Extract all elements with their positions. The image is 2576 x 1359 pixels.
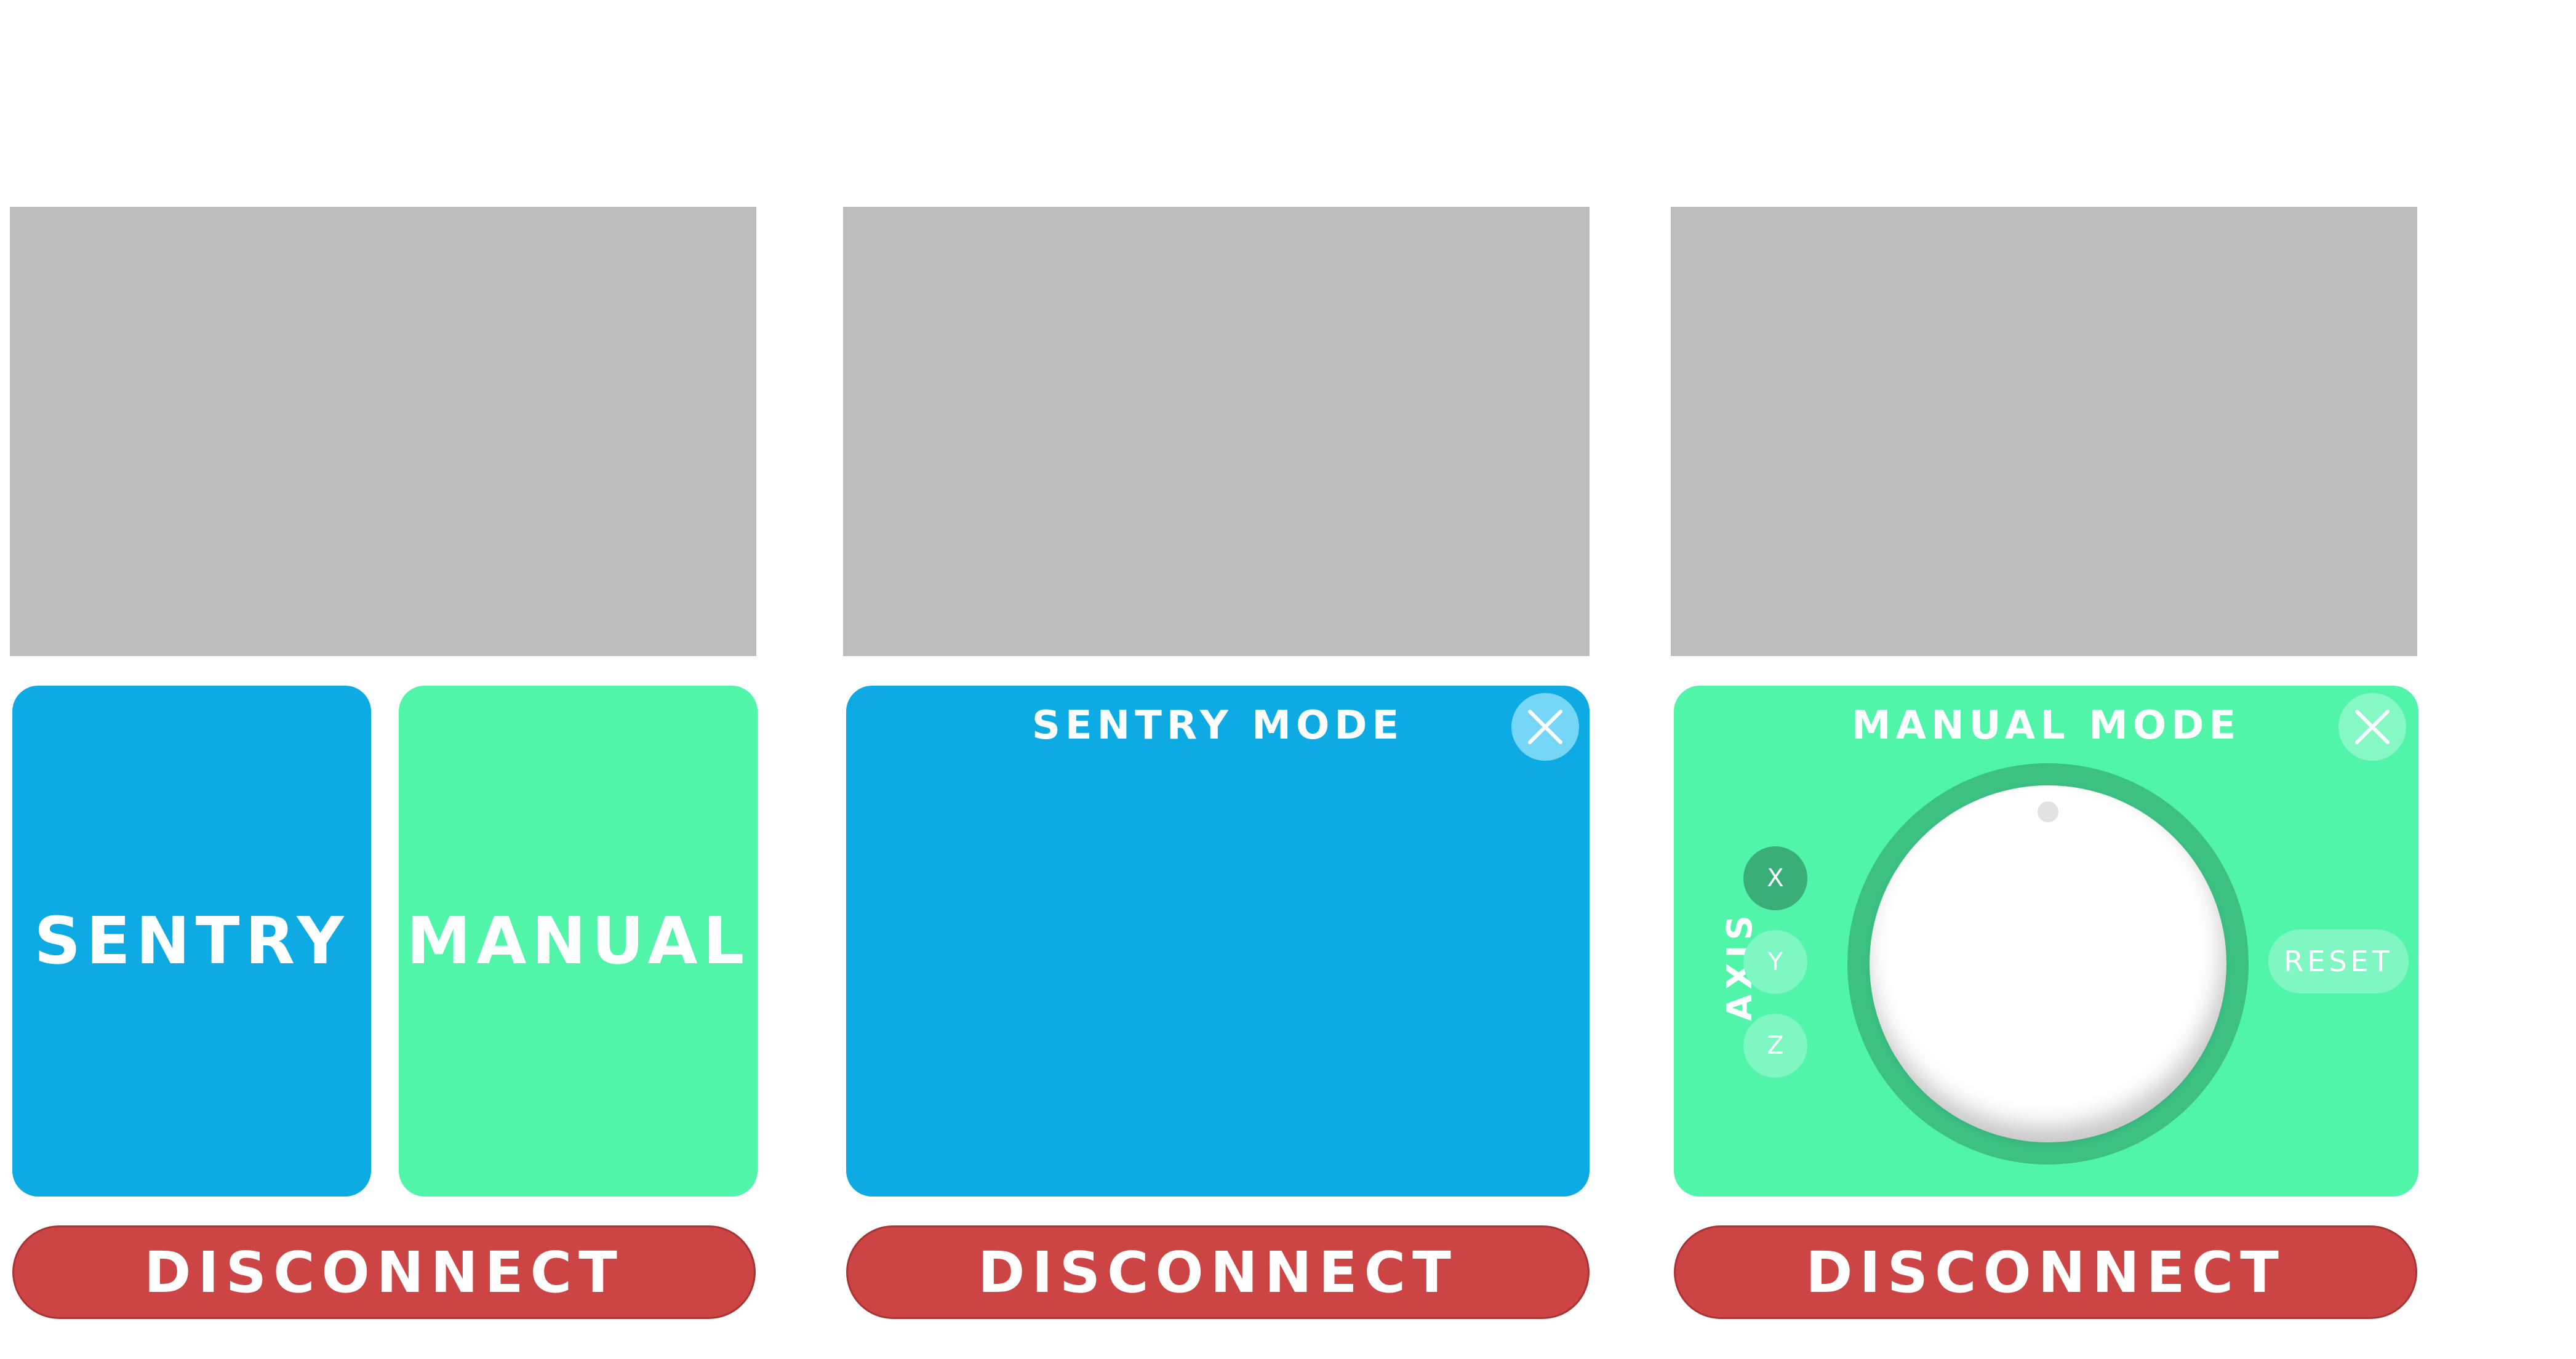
close-x-icon: [1528, 710, 1562, 744]
reset-button[interactable]: RESET: [2268, 929, 2409, 993]
disconnect-label-1: DISCONNECT: [144, 1239, 624, 1305]
axis-x-label: X: [1767, 864, 1784, 892]
rotation-dial[interactable]: [1870, 785, 2226, 1142]
disconnect-label-3: DISCONNECT: [1806, 1239, 2286, 1305]
manual-button-label: MANUAL: [406, 904, 750, 979]
close-sentry-panel-button[interactable]: [1511, 693, 1579, 761]
manual-mode-panel: MANUAL MODE AXIS X Y Z RESET: [1674, 686, 2418, 1197]
sentry-mode-panel: SENTRY MODE: [846, 686, 1590, 1197]
axis-y-button[interactable]: Y: [1743, 930, 1807, 994]
disconnect-button-3[interactable]: DISCONNECT: [1674, 1225, 2417, 1319]
reset-label: RESET: [2284, 945, 2393, 978]
sentry-mode-button[interactable]: SENTRY: [12, 686, 371, 1197]
sentry-mode-title: SENTRY MODE: [1031, 703, 1404, 748]
axis-x-button[interactable]: X: [1743, 846, 1807, 910]
video-feed-1: [10, 207, 756, 656]
disconnect-label-2: DISCONNECT: [978, 1239, 1458, 1305]
axis-z-button[interactable]: Z: [1743, 1014, 1807, 1078]
manual-mode-title: MANUAL MODE: [1851, 703, 2241, 748]
video-feed-2: [843, 207, 1590, 656]
dial-indicator-dot: [2038, 801, 2058, 822]
close-manual-panel-button[interactable]: [2338, 693, 2406, 761]
manual-mode-button[interactable]: MANUAL: [399, 686, 758, 1197]
close-x-icon: [2355, 710, 2390, 744]
sentry-button-label: SENTRY: [34, 904, 350, 979]
disconnect-button-1[interactable]: DISCONNECT: [12, 1225, 756, 1319]
axis-z-label: Z: [1767, 1032, 1784, 1060]
video-feed-3: [1671, 207, 2417, 656]
axis-y-label: Y: [1767, 948, 1783, 976]
disconnect-button-2[interactable]: DISCONNECT: [846, 1225, 1590, 1319]
